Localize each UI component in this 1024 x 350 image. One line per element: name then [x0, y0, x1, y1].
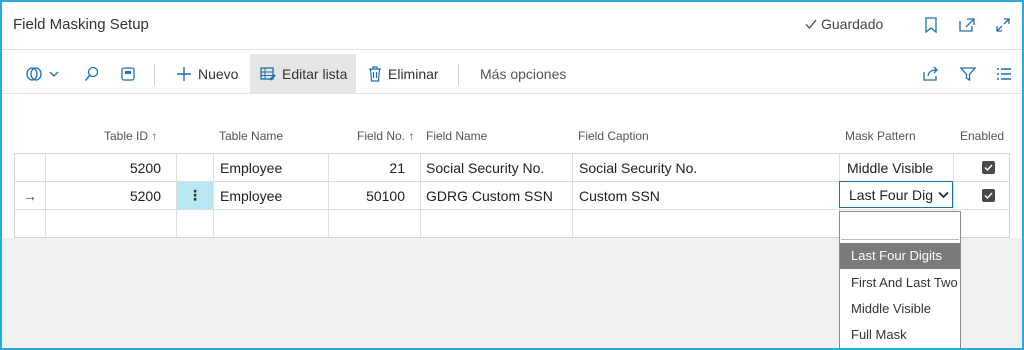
filter-pane-button[interactable] [114, 54, 142, 94]
edit-list-label: Editar lista [282, 66, 348, 82]
column-header-table-id[interactable]: Table ID ↑ [104, 129, 157, 143]
cell-field-no[interactable]: 21 [328, 154, 405, 182]
cell-table-name[interactable]: Employee [220, 154, 325, 182]
page-frame: Field Masking Setup Guardado Nuevo Edita… [0, 0, 1024, 350]
dropdown-option[interactable]: Last Four Digits [840, 243, 960, 269]
filter-pane-icon [121, 67, 135, 81]
mask-pattern-dropdown: Last Four Digits First And Last Two Midd… [839, 211, 961, 348]
column-header-field-name[interactable]: Field Name [426, 129, 487, 143]
title-bar: Field Masking Setup Guardado [2, 2, 1022, 50]
table-row[interactable]: 5200 Employee 21 Social Security No. Soc… [15, 154, 1009, 182]
more-options-button[interactable]: Más opciones [474, 54, 572, 94]
cell-field-no[interactable]: 50100 [328, 182, 405, 210]
cell-field-caption[interactable]: Custom SSN [579, 182, 834, 210]
saved-label: Guardado [821, 16, 884, 32]
search-icon [84, 66, 99, 81]
list-view-icon [997, 68, 1011, 80]
plus-icon [177, 67, 191, 81]
delete-button[interactable]: Eliminar [362, 54, 445, 94]
sort-ascending-icon: ↑ [408, 129, 415, 143]
chevron-down-icon [938, 191, 949, 199]
mask-pattern-select[interactable]: Last Four Dig [839, 181, 953, 208]
search-button[interactable] [78, 54, 106, 94]
column-header-enabled[interactable]: Enabled [960, 129, 1004, 143]
filter-icon [960, 67, 976, 82]
edit-list-icon [260, 67, 276, 81]
cell-table-id[interactable]: 5200 [45, 154, 161, 182]
share-button[interactable] [916, 54, 946, 94]
column-header-mask-pattern[interactable]: Mask Pattern [845, 129, 916, 143]
open-new-window-icon[interactable] [956, 14, 978, 36]
dropdown-option[interactable]: Full Mask [840, 322, 960, 348]
delete-label: Eliminar [388, 66, 439, 82]
filter-button[interactable] [954, 54, 982, 94]
toolbar-divider [154, 64, 155, 86]
dropdown-filter-input[interactable] [841, 213, 959, 240]
saved-status: Guardado [804, 16, 883, 32]
sort-ascending-icon: ↑ [151, 129, 158, 143]
toolbar-divider [458, 64, 459, 86]
expand-icon[interactable] [992, 14, 1014, 36]
cell-table-name[interactable]: Employee [220, 182, 325, 210]
enabled-checkbox[interactable] [982, 161, 995, 174]
row-actions-menu-icon[interactable]: ⋮ [177, 182, 213, 209]
action-bar: Nuevo Editar lista Eliminar Más opciones [2, 54, 1022, 94]
cell-field-name[interactable]: GDRG Custom SSN [426, 182, 570, 210]
cell-mask-pattern[interactable]: Middle Visible [847, 154, 951, 182]
enabled-checkbox[interactable] [982, 189, 995, 202]
column-header-field-no[interactable]: Field No. ↑ [357, 129, 414, 143]
new-button[interactable]: Nuevo [170, 54, 244, 94]
chevron-down-icon [49, 71, 59, 77]
open-in-icon [26, 67, 42, 81]
current-row-arrow-icon: → [23, 188, 37, 204]
mask-pattern-select-value: Last Four Dig [849, 187, 934, 203]
share-icon [923, 66, 938, 81]
cell-table-id[interactable]: 5200 [45, 182, 161, 210]
column-header-field-caption[interactable]: Field Caption [578, 129, 649, 143]
actions-menu-button[interactable] [19, 54, 65, 94]
trash-icon [369, 66, 381, 82]
column-header-table-name[interactable]: Table Name [219, 129, 283, 143]
cell-field-name[interactable]: Social Security No. [426, 154, 570, 182]
checkmark-icon [805, 19, 817, 30]
new-button-label: Nuevo [198, 66, 239, 82]
checkmark-icon [984, 164, 993, 172]
more-options-label: Más opciones [480, 66, 567, 82]
dropdown-option[interactable]: First And Last Two [840, 270, 960, 296]
bookmark-icon[interactable] [920, 14, 942, 36]
cell-field-caption[interactable]: Social Security No. [579, 154, 834, 182]
checkmark-icon [984, 192, 993, 200]
edit-list-button[interactable]: Editar lista [250, 54, 356, 94]
list-view-button[interactable] [990, 54, 1018, 94]
dropdown-option[interactable]: Middle Visible [840, 296, 960, 322]
page-title: Field Masking Setup [13, 16, 149, 33]
